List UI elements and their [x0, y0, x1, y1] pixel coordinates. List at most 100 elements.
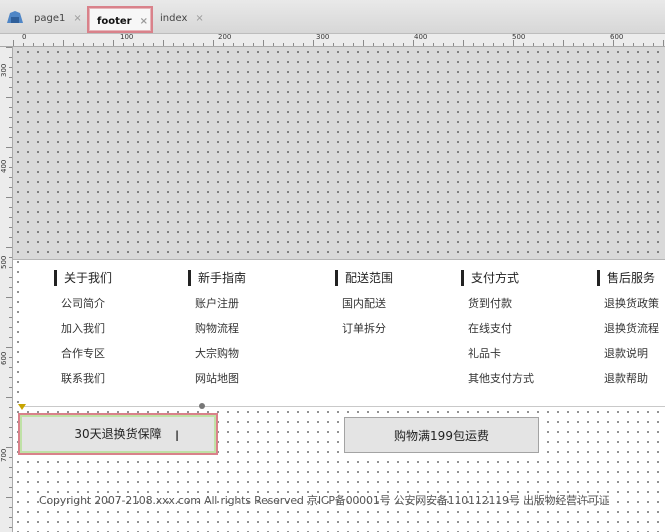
ruler-tick — [9, 327, 12, 328]
ruler-tick — [633, 43, 634, 46]
ruler-tick — [233, 43, 234, 46]
ruler-tick — [53, 43, 54, 46]
footer-col-title: 配送范围 — [335, 270, 393, 286]
ruler-tick — [23, 43, 24, 46]
ruler-tick — [153, 43, 154, 46]
ruler-tick — [643, 43, 644, 46]
ruler-label: 500 — [0, 255, 8, 269]
footer-col-title: 新手指南 — [188, 270, 246, 286]
ruler-tick — [6, 97, 12, 98]
footer-link[interactable]: 联系我们 — [61, 372, 105, 386]
footer-link[interactable]: 加入我们 — [61, 322, 105, 336]
ruler-tick — [6, 47, 12, 48]
ruler-tick — [33, 43, 34, 46]
ruler-label: 700 — [0, 448, 8, 462]
ruler-tick — [123, 43, 124, 46]
ruler-tick — [93, 43, 94, 46]
free-shipping-button[interactable]: 购物满199包运费 — [344, 417, 539, 453]
close-icon[interactable]: × — [73, 13, 81, 24]
close-icon[interactable]: × — [140, 16, 148, 27]
ruler-label: 600 — [0, 351, 8, 365]
vertical-ruler: 300 400 500 600 700 — [0, 47, 13, 532]
ruler-tick — [9, 167, 12, 168]
ruler-tick — [593, 43, 594, 46]
ruler-tick — [333, 43, 334, 46]
ruler-tick — [9, 67, 12, 68]
ruler-tick — [193, 43, 194, 46]
ruler-tick — [13, 40, 14, 46]
ruler-tick — [303, 43, 304, 46]
text-cursor-icon: I — [175, 429, 180, 445]
footer-link[interactable]: 在线支付 — [468, 322, 512, 336]
ruler-tick — [453, 43, 454, 46]
ruler-tick — [9, 117, 12, 118]
footer-link[interactable]: 订单拆分 — [342, 322, 386, 336]
ruler-tick — [9, 177, 12, 178]
ruler-tick — [423, 43, 424, 46]
ruler-label: 0 — [22, 33, 27, 41]
header-placeholder-area — [13, 47, 665, 260]
anchor-marker-icon — [18, 404, 26, 410]
footer-nav: 关于我们 公司简介 加入我们 合作专区 联系我们 新手指南 账户注册 购物流程 … — [24, 260, 665, 407]
ruler-tick — [433, 43, 434, 46]
design-canvas[interactable]: 关于我们 公司简介 加入我们 合作专区 联系我们 新手指南 账户注册 购物流程 … — [13, 47, 665, 532]
footer-link[interactable]: 合作专区 — [61, 347, 105, 361]
ruler-tick — [243, 43, 244, 46]
ruler-tick — [6, 397, 12, 398]
ruler-tick — [9, 287, 12, 288]
footer-col-title: 支付方式 — [461, 270, 519, 286]
footer-link[interactable]: 购物流程 — [195, 322, 239, 336]
ruler-tick — [9, 157, 12, 158]
ruler-tick — [533, 43, 534, 46]
ruler-tick — [223, 43, 224, 46]
footer-link[interactable]: 国内配送 — [342, 297, 386, 311]
ruler-tick — [9, 317, 12, 318]
footer-col-title: 关于我们 — [54, 270, 112, 286]
footer-link[interactable]: 退款说明 — [604, 347, 648, 361]
ruler-tick — [9, 137, 12, 138]
ruler-tick — [9, 267, 12, 268]
ruler-tick — [253, 43, 254, 46]
ruler-tick — [183, 43, 184, 46]
ruler-tick — [143, 43, 144, 46]
ruler-tick — [663, 40, 664, 46]
resize-handle[interactable] — [199, 403, 205, 409]
ruler-label: 500 — [512, 33, 526, 41]
ruler-tick — [9, 437, 12, 438]
ruler-tick — [113, 40, 114, 46]
ruler-tick — [573, 43, 574, 46]
tab-label: page1 — [34, 13, 66, 24]
horizontal-ruler: 0 100 200 300 400 500 600 — [0, 33, 665, 47]
ruler-tick — [9, 77, 12, 78]
ruler-tick — [273, 43, 274, 46]
ruler-tick — [9, 357, 12, 358]
ruler-tick — [9, 377, 12, 378]
footer-link[interactable]: 退换货流程 — [604, 322, 659, 336]
ruler-tick — [6, 297, 12, 298]
close-icon[interactable]: × — [195, 13, 203, 24]
footer-link[interactable]: 礼品卡 — [468, 347, 501, 361]
footer-link[interactable]: 网站地图 — [195, 372, 239, 386]
ruler-tick — [43, 43, 44, 46]
ruler-tick — [483, 43, 484, 46]
ruler-tick — [9, 127, 12, 128]
footer-link[interactable]: 货到付款 — [468, 297, 512, 311]
ruler-label: 400 — [0, 159, 8, 173]
footer-link[interactable]: 其他支付方式 — [468, 372, 534, 386]
footer-link[interactable]: 账户注册 — [195, 297, 239, 311]
footer-link[interactable]: 公司简介 — [61, 297, 105, 311]
ruler-tick — [463, 40, 464, 46]
footer-link[interactable]: 大宗购物 — [195, 347, 239, 361]
ruler-tick — [9, 487, 12, 488]
ruler-tick — [9, 477, 12, 478]
ruler-tick — [403, 43, 404, 46]
footer-link[interactable]: 退换货政策 — [604, 297, 659, 311]
ruler-tick — [173, 43, 174, 46]
tab-footer[interactable]: footer × — [87, 6, 153, 33]
tab-page1[interactable]: page1 × — [26, 8, 86, 30]
return-guarantee-button[interactable]: 30天退换货保障 — [18, 413, 218, 455]
footer-link[interactable]: 退款帮助 — [604, 372, 648, 386]
tab-index[interactable]: index × — [152, 8, 212, 30]
ruler-tick — [393, 43, 394, 46]
tab-label: index — [160, 13, 188, 24]
